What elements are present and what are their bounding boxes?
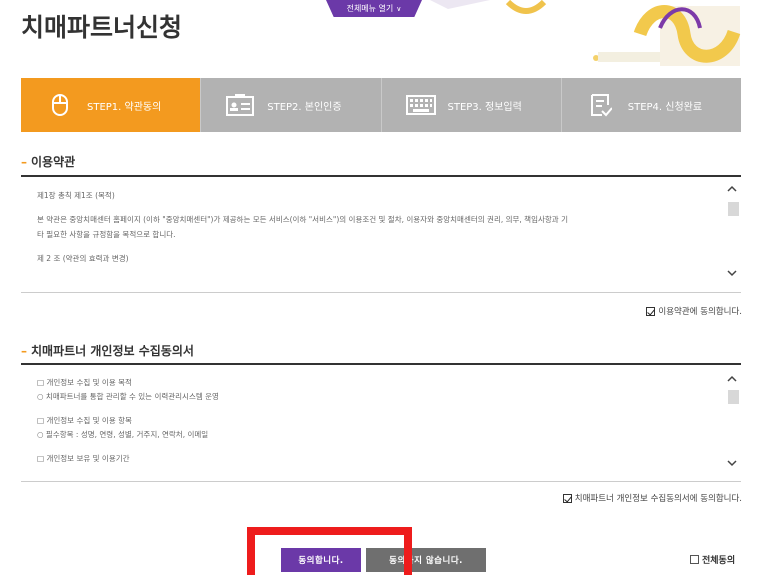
terms-content: 제1장 총칙 제1조 (목적) 본 약관은 중앙치매센터 홈페이지 (이하 "중… — [21, 178, 723, 292]
privacy-agree-label: 치매파트너 개인정보 수집동의서에 동의합니다. — [574, 494, 742, 504]
menu-toggle-button[interactable]: 전체메뉴 열기 ∨ — [326, 0, 422, 17]
privacy-line — [37, 442, 723, 452]
scroll-up-icon[interactable] — [727, 374, 737, 384]
checkbox-checked-icon[interactable] — [646, 306, 656, 316]
privacy-line: ○ 치매파트너를 통합 관리할 수 있는 이력관리시스템 운영 — [37, 392, 219, 401]
document-check-icon — [584, 90, 618, 120]
privacy-line: □ 개인정보 수집 및 이용 항목 — [37, 416, 132, 425]
terms-scroll-thumb[interactable] — [728, 202, 739, 216]
agree-button[interactable]: 동의합니다. — [281, 548, 361, 572]
step-2: STEP2. 본인인증 — [200, 78, 381, 132]
checkbox-checked-icon[interactable] — [562, 493, 572, 503]
privacy-line — [37, 404, 723, 414]
terms-line: 제 2 조 (약관의 효력과 변경) — [37, 254, 129, 263]
step-1-label: STEP1. 약관동의 — [87, 101, 162, 113]
decorative-graphic — [430, 0, 741, 66]
menu-toggle-label: 전체메뉴 열기 — [346, 4, 394, 13]
terms-line — [37, 242, 723, 251]
privacy-divider — [21, 363, 741, 365]
terms-line: 본 약관은 중앙치매센터 홈페이지 (이하 "중앙치매센터")가 제공하는 모든… — [37, 215, 568, 224]
step-progress: STEP1. 약관동의 STEP2. 본인인증 STEP3. 정보입력 STEP… — [21, 78, 741, 132]
section-marker-icon: – — [21, 344, 27, 358]
terms-divider — [21, 175, 741, 177]
all-agree-label: 전체동의 — [702, 556, 736, 566]
chevron-down-icon: ∨ — [396, 5, 402, 13]
id-card-icon — [223, 90, 257, 120]
page-header: 치매파트너신청 전체메뉴 열기 ∨ — [0, 0, 766, 72]
scroll-down-icon[interactable] — [727, 458, 737, 468]
terms-section-title: – 이용약관 — [21, 153, 75, 170]
page-title: 치매파트너신청 — [21, 13, 183, 42]
privacy-scroll-thumb[interactable] — [728, 390, 739, 404]
all-agree-checkbox[interactable]: 전체동의 — [690, 553, 735, 566]
privacy-textbox[interactable]: □ 개인정보 수집 및 이용 목적 ○ 치매파트너를 통합 관리할 수 있는 이… — [21, 366, 741, 482]
privacy-content: □ 개인정보 수집 및 이용 목적 ○ 치매파트너를 통합 관리할 수 있는 이… — [21, 366, 723, 481]
terms-agree-checkbox[interactable]: 이용약관에 동의합니다. — [646, 305, 742, 317]
terms-agree-label: 이용약관에 동의합니다. — [658, 307, 742, 317]
disagree-button[interactable]: 동의하지 않습니다. — [366, 548, 486, 572]
privacy-line: □ 개인정보 수집 및 이용 목적 — [37, 378, 132, 387]
step-4-label: STEP4. 신청완료 — [627, 101, 703, 113]
privacy-scrollbar[interactable] — [723, 366, 741, 481]
section-marker-icon: – — [21, 155, 27, 169]
terms-line — [37, 203, 723, 212]
privacy-agree-checkbox[interactable]: 치매파트너 개인정보 수집동의서에 동의합니다. — [562, 492, 742, 504]
step-4: STEP4. 신청완료 — [560, 78, 741, 132]
checkbox-unchecked-icon[interactable] — [690, 555, 699, 564]
step-3: STEP3. 정보입력 — [380, 78, 561, 132]
scroll-up-icon[interactable] — [727, 184, 737, 194]
privacy-section-title: – 치매파트너 개인정보 수집동의서 — [21, 342, 194, 359]
scroll-down-icon[interactable] — [727, 268, 737, 278]
privacy-line: ○ 필수항목 : 성명, 연령, 성별, 거주지, 연락처, 이메일 — [37, 430, 209, 439]
terms-line: 타 필요한 사항을 규정함을 목적으로 합니다. — [37, 230, 176, 239]
terms-scrollbar[interactable] — [723, 178, 741, 292]
mouse-icon — [43, 90, 77, 120]
privacy-line: □ 개인정보 보유 및 이용기간 — [37, 454, 130, 463]
terms-title-text: 이용약관 — [31, 155, 76, 169]
step-3-label: STEP3. 정보입력 — [447, 101, 522, 113]
terms-textbox[interactable]: 제1장 총칙 제1조 (목적) 본 약관은 중앙치매센터 홈페이지 (이하 "중… — [21, 178, 741, 293]
terms-line: 제1장 총칙 제1조 (목적) — [37, 191, 115, 200]
step-1: STEP1. 약관동의 — [21, 78, 201, 132]
step-2-label: STEP2. 본인인증 — [267, 101, 342, 113]
privacy-title-text: 치매파트너 개인정보 수집동의서 — [31, 344, 194, 358]
keyboard-icon — [404, 90, 438, 120]
